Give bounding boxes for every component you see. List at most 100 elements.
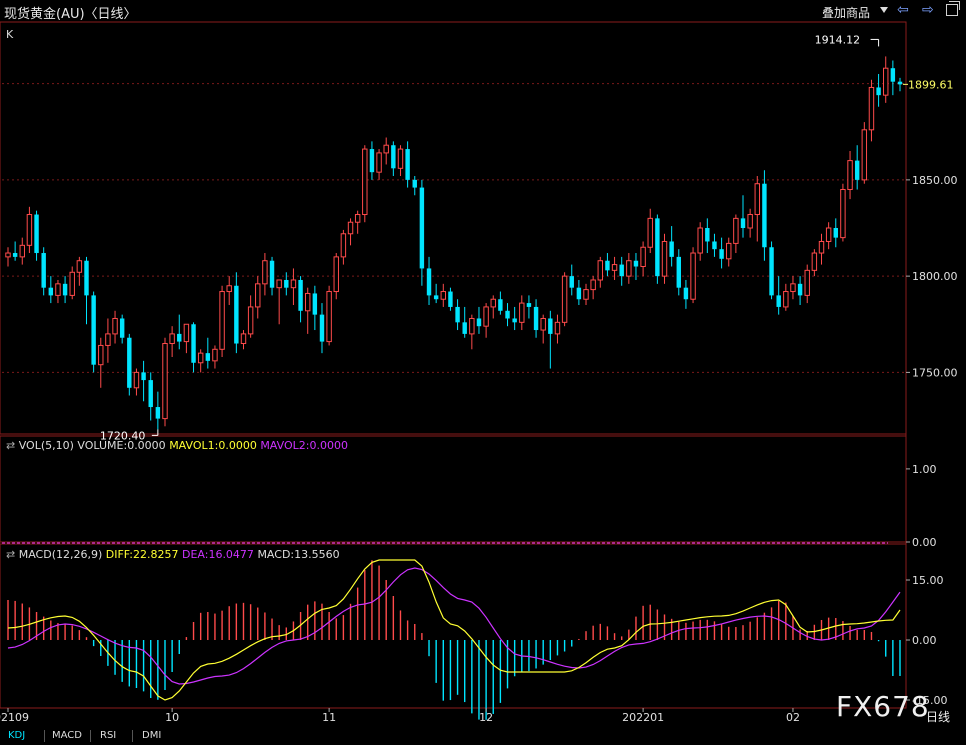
candle-body-up [804,269,810,296]
candle-body-down [890,68,896,82]
candle-body-up [783,291,789,308]
candle-body-down [854,160,860,180]
macd-tick-label: 0.00 [912,634,937,647]
candle-body-up [290,279,297,289]
candle-body-down [476,318,482,327]
kline-panel-label: K [6,28,14,41]
candle-body-down [48,287,54,296]
candle-body-up [661,240,668,277]
candle-body-down [426,268,432,296]
time-tick-label: 202109 [0,711,29,724]
last-price-label: 1899.61 [908,78,954,91]
candle-body-up [483,306,489,327]
candle-body-up [362,148,368,216]
candle-body-down [740,218,746,228]
candle-body-up [811,252,818,271]
price-tick-label: 1750.00 [912,366,958,379]
candle-body-down [412,179,417,188]
candle-body-up [255,283,261,308]
candle-body-up [105,333,111,346]
candle-body-up [697,227,703,254]
candle-body-up [818,240,825,254]
tab-macd[interactable]: MACD [52,730,82,741]
time-tick-label: 202201 [622,711,664,724]
volume-tick-label: 1.00 [912,463,937,476]
candle-body-down [391,145,396,169]
candle-body-up [590,279,596,291]
candle-body-up [883,67,889,96]
candle-body-down [419,187,425,269]
indicator-tabs: KDJ MACD RSI DMI [0,727,966,745]
candle-body-down [769,247,774,296]
watermark-brand: FX678 [836,690,930,723]
tab-divider [90,730,91,742]
candle-body-up [726,242,732,260]
candle-body-up [276,279,282,289]
candle-body-down [433,295,439,300]
time-tick-label: 10 [165,711,179,724]
candle-body-up [240,333,247,345]
candle-body-down [797,283,803,296]
max-price-label: 1914.12 [815,33,861,46]
candle-body-down [455,306,460,323]
macd-tick-label: 15.00 [912,574,944,587]
candle-body-up [133,371,140,389]
candle-body-down [369,149,375,173]
candle-body-up [868,86,875,131]
candle-body-up [98,344,104,366]
candle-body-down [633,260,639,267]
dea-line [7,567,901,685]
candle-body-down [526,303,532,307]
candle-body-up [790,283,796,293]
candle-body-up [540,317,546,331]
candle-body-down [191,324,196,363]
candle-body-up [347,221,354,235]
candle-body-down [576,287,582,300]
candle-body-down [719,249,724,259]
candle-body-up [647,217,653,248]
candle-body-down [655,218,660,277]
candle-body-up [469,317,475,335]
candle-body-down [284,279,289,288]
candle-body-up [340,233,347,258]
candle-body-up [219,291,225,350]
macd-legend: ⇄ MACD(12,26,9) DIFF:22.8257 DEA:16.0477… [6,548,340,561]
chart-area[interactable]: K1750.001800.001850.001914.121720.401899… [0,0,966,745]
tab-dmi[interactable]: DMI [142,730,161,741]
candle-body-up [69,271,75,296]
candle-body-down [405,149,410,180]
candle-body-up [754,183,760,216]
candle-body-up [212,348,218,362]
candle-body-up [376,152,382,173]
candle-body-up [583,289,589,300]
candle-body-up [5,252,11,258]
candle-body-down [62,283,68,296]
candle-body-up [825,227,832,242]
candle-body-down [897,81,903,85]
candle-body-up [354,214,361,223]
candle-body-down [34,214,39,254]
candle-body-down [269,260,275,288]
candle-body-up [397,148,404,169]
candle-body-up [554,321,561,335]
candle-body-down [448,291,453,307]
candle-body-down [619,264,624,277]
candle-body-down [712,241,717,250]
tab-divider [44,730,45,742]
candle-body-down [141,372,146,381]
candle-body-down [148,380,153,408]
candle-body-up [112,317,118,335]
tab-kdj[interactable]: KDJ [8,730,25,741]
watermark-period: 日线 [926,710,951,724]
candle-body-up [19,244,25,258]
candle-body-up [197,352,204,364]
candle-body-down [512,318,517,323]
candle-body-up [747,214,753,229]
candle-body-up [162,343,168,420]
candle-body-down [12,253,18,257]
diff-line [7,559,901,701]
price-tick-label: 1850.00 [912,174,958,187]
candle-body-up [733,217,739,244]
candle-body-up [333,256,339,293]
tab-rsi[interactable]: RSI [100,730,116,741]
